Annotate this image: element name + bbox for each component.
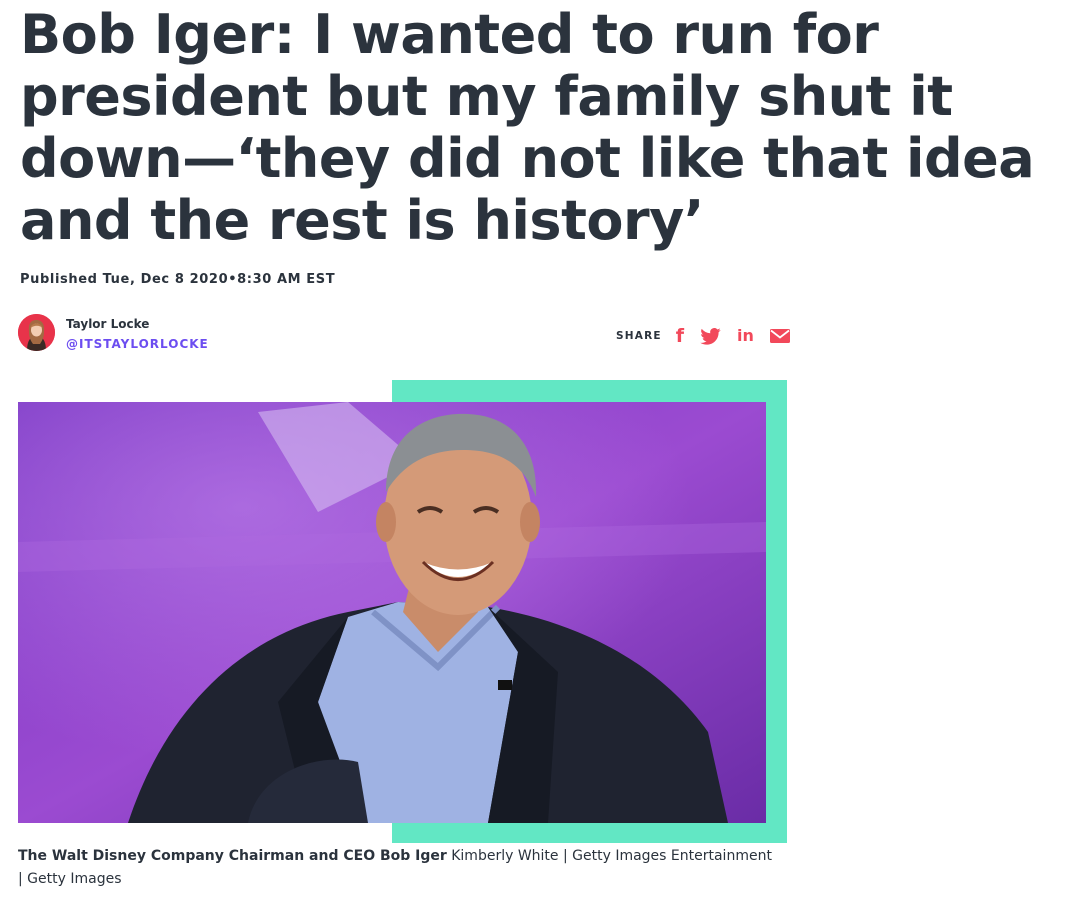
author-avatar[interactable]: [18, 314, 55, 351]
facebook-icon: f: [675, 324, 685, 347]
email-icon: [769, 329, 790, 343]
image-caption: The Walt Disney Company Chairman and CEO…: [18, 845, 778, 891]
author-twitter-handle[interactable]: @ITSTAYLORLOCKE: [66, 337, 209, 351]
share-twitter-button[interactable]: [700, 323, 721, 349]
published-timestamp: Published Tue, Dec 8 2020•8:30 AM EST: [20, 272, 336, 287]
author-name[interactable]: Taylor Locke: [66, 317, 149, 331]
article-headline: Bob Iger: I wanted to run for president …: [20, 3, 1035, 252]
share-bar: SHARE f in: [616, 323, 806, 349]
author-avatar-image: [18, 314, 55, 351]
caption-subject: The Walt Disney Company Chairman and CEO…: [18, 848, 447, 864]
share-facebook-button[interactable]: f: [676, 323, 684, 349]
share-label: SHARE: [616, 330, 662, 342]
twitter-icon: [700, 327, 721, 345]
share-email-button[interactable]: [769, 323, 790, 349]
linkedin-icon: in: [737, 326, 754, 345]
share-linkedin-button[interactable]: in: [737, 323, 754, 349]
hero-image: [18, 402, 766, 823]
